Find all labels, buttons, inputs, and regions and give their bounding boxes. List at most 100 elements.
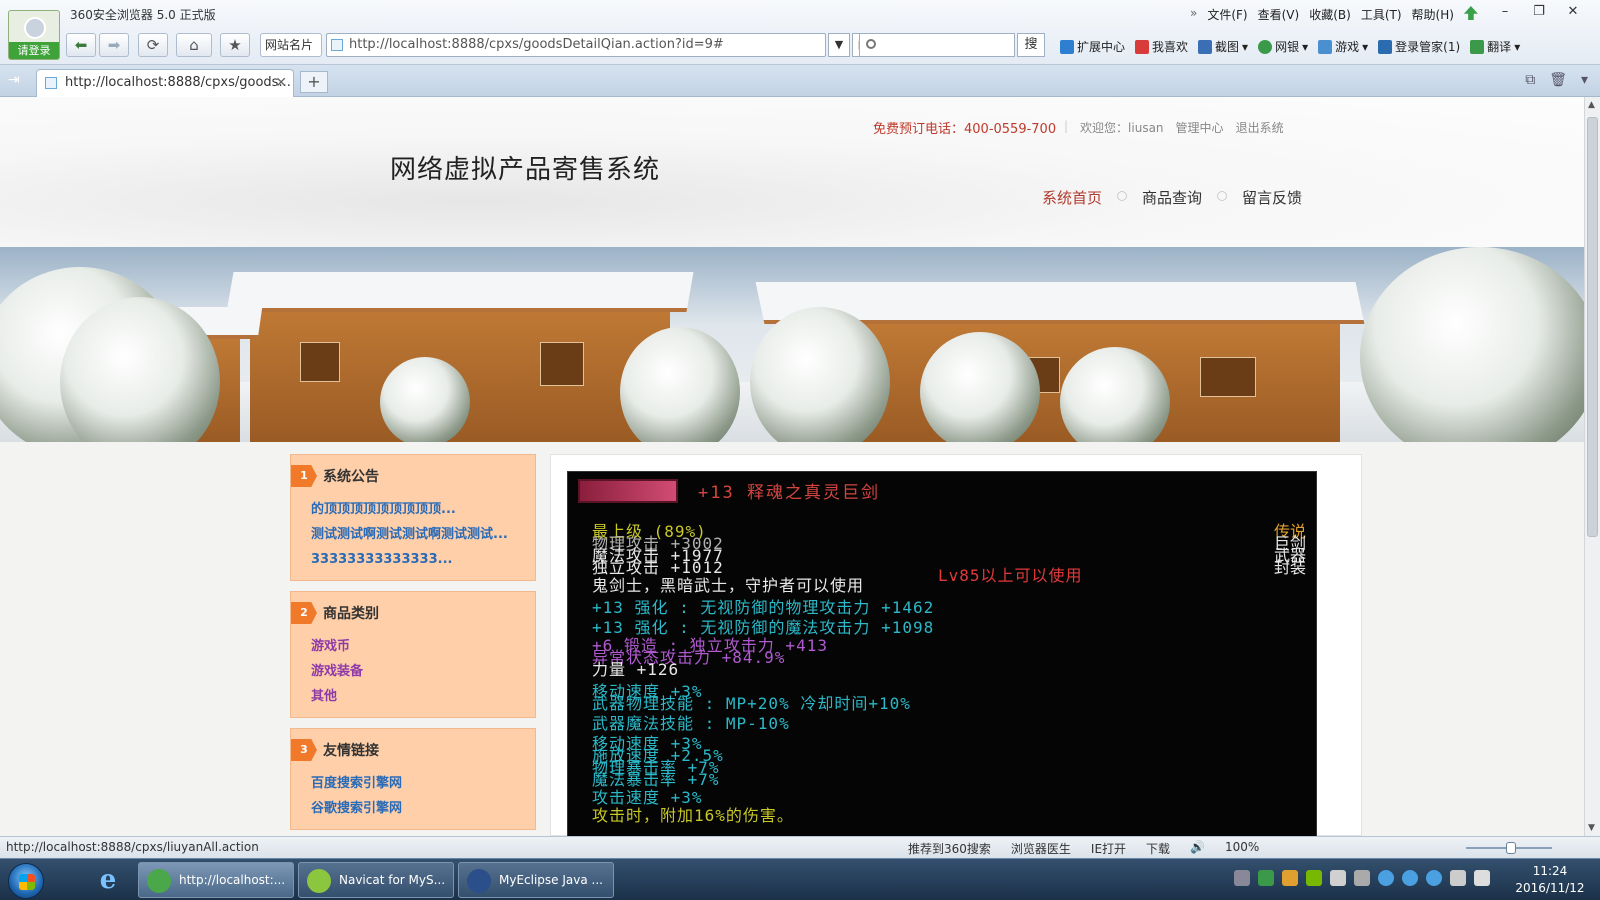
search-button[interactable]: 搜 [1017,33,1045,57]
tray-app-icon[interactable] [1330,870,1346,886]
announcement-title: 系统公告 [323,469,379,485]
namecard-dropdown[interactable]: 网站名片 [260,33,322,57]
screenshot-button[interactable]: 截图 ▾ [1198,38,1248,55]
menu-view[interactable]: 查看(V) [1258,6,1300,23]
tray-app-icon[interactable] [1354,870,1370,886]
search-input[interactable] [859,33,1015,57]
item-name: +13 释魂之真灵巨剑 [698,483,880,503]
close-window-button[interactable]: ✕ [1556,2,1590,22]
banner-tree [1360,247,1584,442]
zoom-slider-knob[interactable] [1506,842,1516,854]
bank-icon [1258,39,1273,54]
task-browser[interactable]: http://localhost:... [138,862,294,898]
product-detail-panel: +13 释魂之真灵巨剑 最上级 (89%) 传说 物理攻击 +3002 巨剑 魔法攻击 … [550,454,1362,836]
menu-favorites[interactable]: 收藏(B) [1309,6,1351,23]
category-item-game-equipment[interactable]: 游戏装备 [311,659,535,684]
tab-bar: ⇥ http://localhost:8888/cpxs/goods... ✕ … [0,65,1600,97]
navigation-row: ⬅ ➡ ⟳ ⌂ ★ 网站名片 http://localhost:8888/cpx… [66,31,1600,59]
tray-app-icon[interactable] [1378,870,1394,886]
tray-app-icon[interactable] [1402,870,1418,886]
login-label[interactable]: 请登录 [9,42,59,59]
nvidia-icon[interactable] [1306,870,1322,886]
sound-icon[interactable]: 🔊 [1190,840,1205,857]
sidebar-toggle-icon[interactable]: ⇥ [8,72,26,88]
menu-tools[interactable]: 工具(T) [1361,6,1402,23]
address-dropdown-button[interactable]: ▼ [828,33,850,57]
zoom-level[interactable]: 100% [1225,840,1259,857]
back-button[interactable]: ⬅ [66,33,96,57]
qq-icon[interactable] [1282,870,1298,886]
recommend-360-button[interactable]: 推荐到360搜索 [908,840,991,857]
new-tab-button[interactable]: + [300,71,328,93]
logout-link[interactable]: 退出系统 [1236,119,1284,136]
favorite-star-button[interactable]: ★ [220,33,250,57]
user-avatar[interactable]: 请登录 [8,10,60,60]
network-icon[interactable] [1450,870,1466,886]
friend-link-google[interactable]: 谷歌搜索引擎网 [311,796,535,821]
refresh-button[interactable]: ⟳ [138,33,168,57]
friend-link-baidu[interactable]: 百度搜索引擎网 [311,771,535,796]
download-button[interactable]: 下载 [1146,840,1170,857]
menu-help[interactable]: 帮助(H) [1412,6,1454,23]
welcome-text: 欢迎您：liusan [1080,121,1164,135]
menu-file[interactable]: 文件(F) [1207,6,1247,23]
tray-app-icon[interactable] [1258,870,1274,886]
extension-icon [1060,39,1074,54]
address-url[interactable]: http://localhost:8888/cpxs/goodsDetailQi… [349,37,724,52]
banner-window [540,342,584,386]
home-button[interactable]: ⌂ [176,33,212,57]
scroll-down-icon[interactable]: ▼ [1588,823,1595,833]
trash-icon[interactable]: 🗑 [1549,72,1567,88]
clock[interactable]: 11:24 2016/11/12 [1510,863,1590,897]
volume-icon[interactable] [1474,870,1490,886]
scrollbar-thumb[interactable] [1587,117,1598,537]
upgrade-icon[interactable] [1463,6,1478,20]
tab-list-icon[interactable]: ▾ [1581,72,1588,88]
address-bar[interactable]: http://localhost:8888/cpxs/goodsDetailQi… [326,33,826,57]
translate-button[interactable]: 翻译 ▾ [1470,38,1520,55]
ie-pinned-icon[interactable]: e [88,863,128,897]
category-item-other[interactable]: 其他 [311,684,535,709]
nav-feedback[interactable]: 留言反馈 [1222,187,1322,208]
tab-tools: ⧉ 🗑 ▾ [1525,72,1588,88]
page-scrollbar[interactable]: ▲ ▼ [1584,97,1600,836]
admin-center-link[interactable]: 管理中心 [1176,119,1224,136]
banner-tree [380,357,470,442]
games-button[interactable]: 游戏 ▾ [1318,38,1368,55]
restore-button[interactable]: ❐ [1522,2,1556,22]
scroll-up-icon[interactable]: ▲ [1588,100,1595,110]
site-header: 免费预订电话：400-0559-700 | 欢迎您：liusan 管理中心 退出… [0,97,1584,247]
open-in-ie-button[interactable]: IE打开 [1091,840,1126,857]
task-myeclipse[interactable]: MyEclipse Java ... [458,862,614,898]
announcement-item[interactable]: 测试测试啊测试测试啊测试测试... [311,522,535,547]
tab-restore-icon[interactable]: ⧉ [1525,72,1535,88]
status-bar: http://localhost:8888/cpxs/liuyanAll.act… [0,836,1600,858]
search-icon [866,39,876,49]
category-title: 商品类别 [323,606,379,622]
main-area: 1 系统公告 的顶顶顶顶顶顶顶顶顶... 测试测试啊测试测试啊测试测试... 33… [0,442,1584,836]
browser-doctor-button[interactable]: 浏览器医生 [1011,840,1071,857]
category-item-game-coin[interactable]: 游戏币 [311,634,535,659]
nav-home[interactable]: 系统首页 [1022,187,1128,208]
system-tray [1234,870,1490,886]
announcement-item[interactable]: 33333333333333... [311,547,535,572]
start-button[interactable] [8,863,44,899]
site-title: 网络虚拟产品寄售系统 [390,155,661,185]
tab-close-icon[interactable]: ✕ [275,70,287,96]
item-stat-line: 力量 +126 [592,660,680,679]
keyboard-icon[interactable] [1234,870,1250,886]
minimize-button[interactable]: – [1488,2,1522,22]
like-button[interactable]: 我喜欢 [1135,38,1188,55]
login-manager-button[interactable]: 登录管家(1) [1378,38,1460,55]
nav-product-search[interactable]: 商品查询 [1122,187,1228,208]
item-sword-icon [578,478,678,503]
extension-center-button[interactable]: 扩展中心 [1060,38,1125,55]
menu-overflow-icon[interactable]: » [1190,6,1197,23]
tray-app-icon[interactable] [1426,870,1442,886]
status-tools: 推荐到360搜索 浏览器医生 IE打开 下载 🔊 100% [908,840,1259,857]
task-navicat[interactable]: Navicat for MyS... [298,862,454,898]
announcement-item[interactable]: 的顶顶顶顶顶顶顶顶顶... [311,497,535,522]
tab-current[interactable]: http://localhost:8888/cpxs/goods... ✕ [36,69,294,97]
forward-button[interactable]: ➡ [99,33,129,57]
netbank-button[interactable]: 网银 ▾ [1258,38,1308,55]
